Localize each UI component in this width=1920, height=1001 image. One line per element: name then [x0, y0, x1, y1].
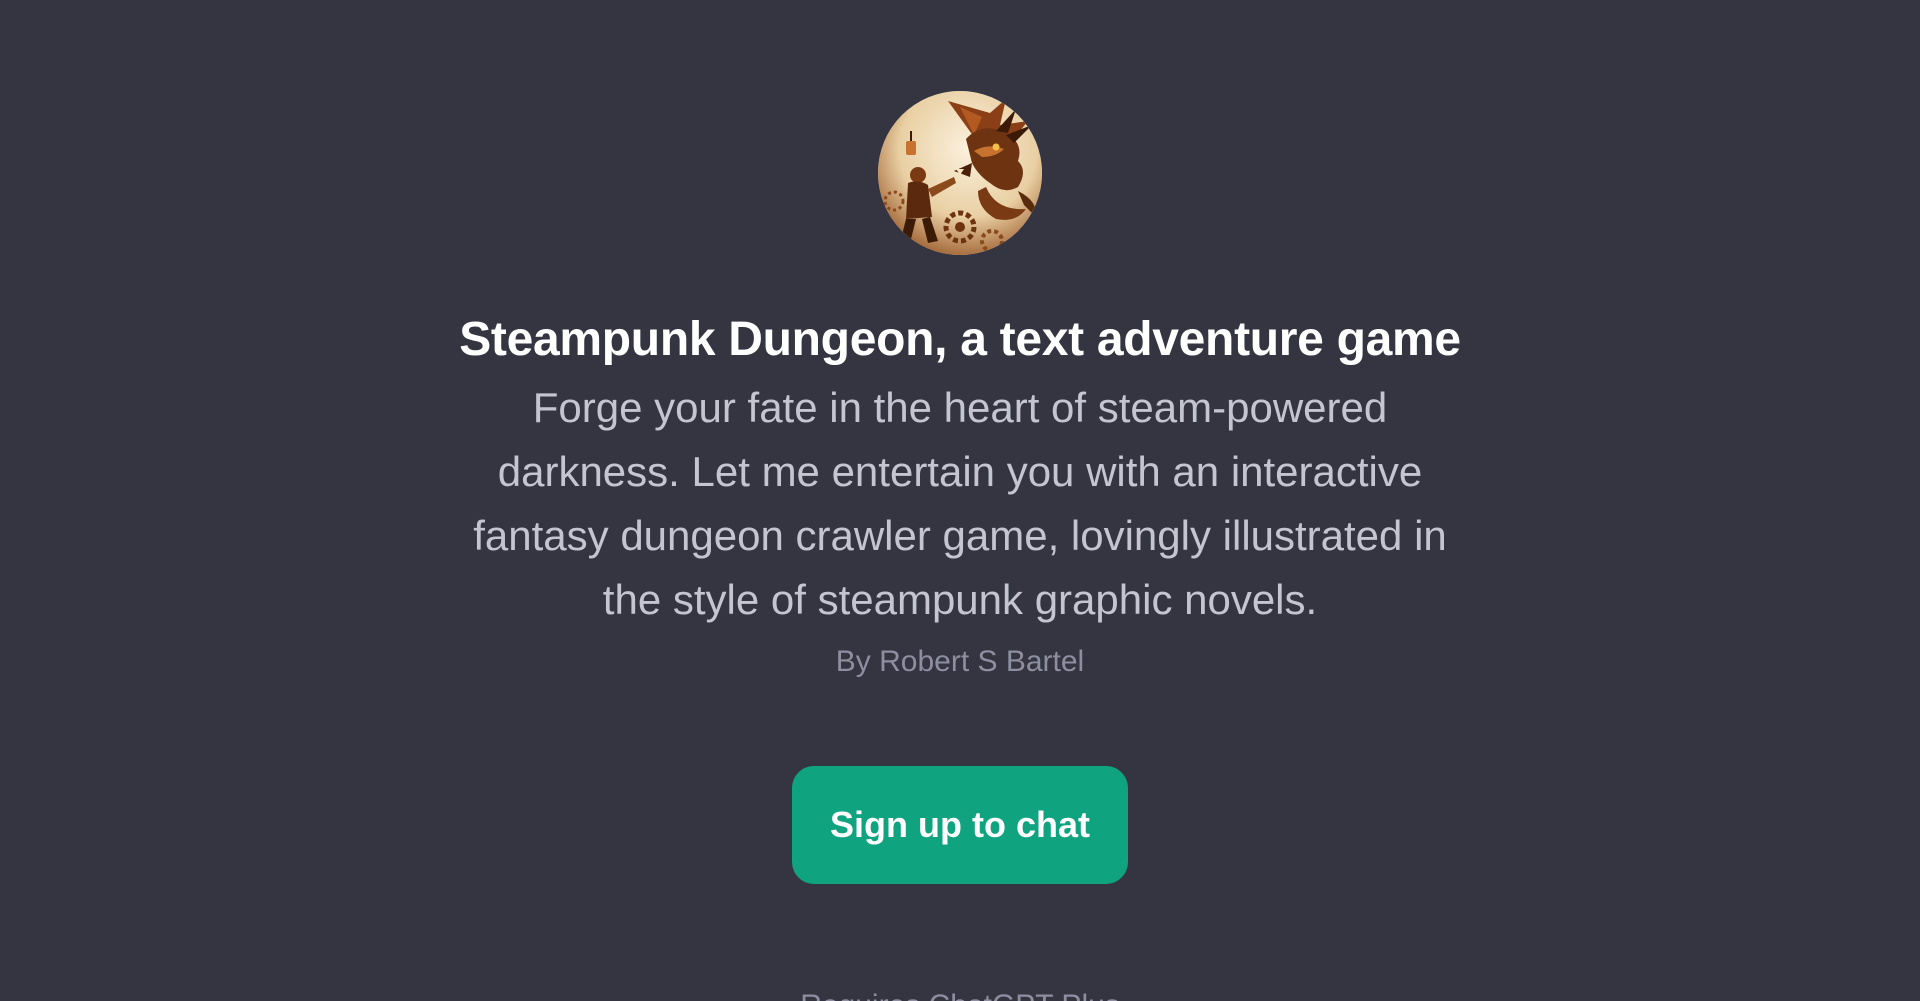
footer-requirement-text: Requires ChatGPT Plus [0, 986, 1920, 1001]
gpt-avatar [878, 91, 1042, 255]
gpt-title: Steampunk Dungeon, a text adventure game [459, 313, 1461, 366]
gpt-author: By Robert S Bartel [835, 645, 1085, 678]
gpt-landing-page: Steampunk Dungeon, a text adventure game… [0, 0, 1920, 1001]
steampunk-dragon-illustration [878, 91, 1042, 255]
gpt-description: Forge your fate in the heart of steam-po… [473, 384, 1447, 623]
sign-up-to-chat-button[interactable]: Sign up to chat [792, 766, 1128, 884]
